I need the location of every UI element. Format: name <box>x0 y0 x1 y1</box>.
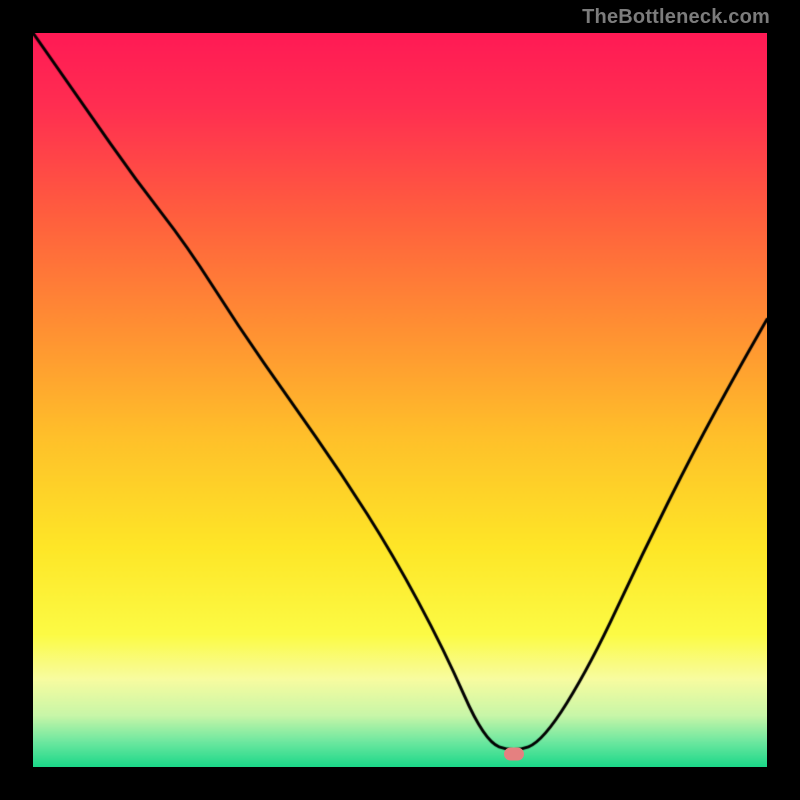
attribution-label: TheBottleneck.com <box>582 6 770 29</box>
optimal-point-marker <box>504 747 524 760</box>
plot-area <box>33 33 767 767</box>
chart-frame: TheBottleneck.com <box>0 0 800 800</box>
bottleneck-curve <box>33 33 767 767</box>
